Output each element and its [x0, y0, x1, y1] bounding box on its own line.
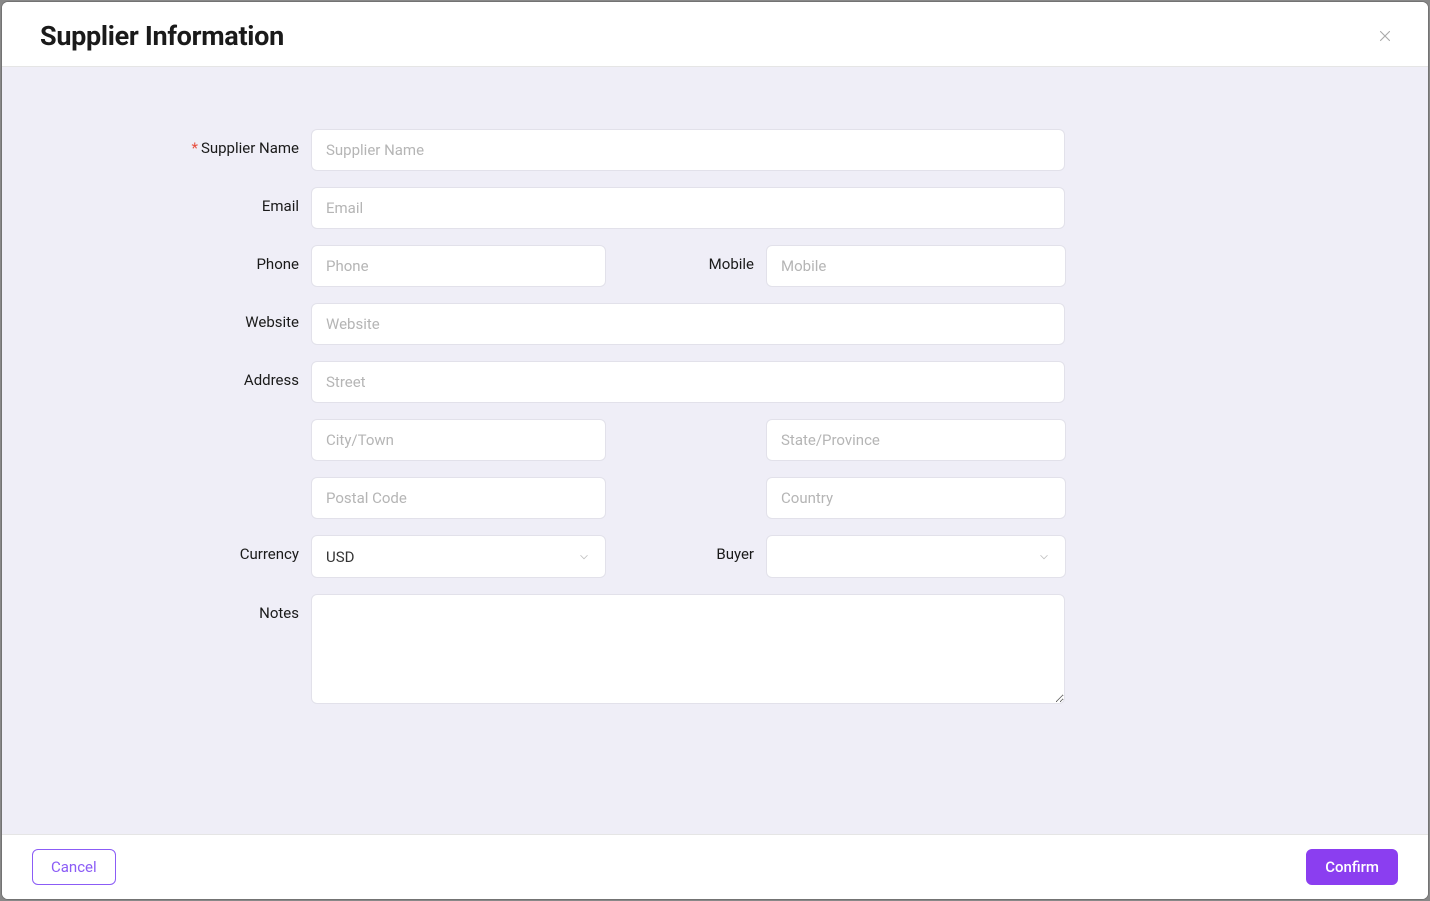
row-city-state: [145, 419, 1285, 461]
row-notes: Notes: [145, 594, 1285, 708]
required-star-icon: *: [191, 139, 197, 157]
cancel-button[interactable]: Cancel: [32, 849, 116, 885]
currency-select[interactable]: USD: [311, 535, 606, 578]
supplier-info-modal: Supplier Information *Supplier Name Emai…: [2, 2, 1428, 899]
modal-body: *Supplier Name Email Phone: [2, 67, 1428, 834]
buyer-select[interactable]: [766, 535, 1066, 578]
label-currency: Currency: [145, 535, 311, 563]
label-email: Email: [145, 187, 311, 215]
currency-value: USD: [326, 548, 354, 566]
modal-title: Supplier Information: [40, 20, 284, 52]
row-website: Website: [145, 303, 1285, 345]
postal-input[interactable]: [311, 477, 606, 519]
close-button[interactable]: [1372, 23, 1398, 49]
row-phone-mobile: Phone Mobile: [145, 245, 1285, 287]
label-buyer: Buyer: [706, 535, 766, 563]
email-input[interactable]: [311, 187, 1065, 229]
phone-input[interactable]: [311, 245, 606, 287]
supplier-form: *Supplier Name Email Phone: [145, 129, 1285, 708]
modal-header: Supplier Information: [2, 2, 1428, 67]
row-postal-country: [145, 477, 1285, 519]
label-mobile: Mobile: [706, 245, 766, 273]
row-street: Address: [145, 361, 1285, 403]
label-supplier-name: *Supplier Name: [145, 129, 311, 157]
label-website: Website: [145, 303, 311, 331]
chevron-down-icon: [577, 550, 591, 564]
mobile-input[interactable]: [766, 245, 1066, 287]
city-input[interactable]: [311, 419, 606, 461]
supplier-name-input[interactable]: [311, 129, 1065, 171]
street-input[interactable]: [311, 361, 1065, 403]
row-currency-buyer: Currency USD Buyer: [145, 535, 1285, 578]
confirm-button[interactable]: Confirm: [1306, 849, 1398, 885]
label-address: Address: [145, 361, 311, 389]
state-input[interactable]: [766, 419, 1066, 461]
website-input[interactable]: [311, 303, 1065, 345]
row-supplier-name: *Supplier Name: [145, 129, 1285, 171]
country-input[interactable]: [766, 477, 1066, 519]
label-notes: Notes: [145, 594, 311, 622]
notes-textarea[interactable]: [311, 594, 1065, 704]
modal-footer: Cancel Confirm: [2, 834, 1428, 899]
close-icon: [1376, 27, 1394, 45]
label-phone: Phone: [145, 245, 311, 273]
row-email: Email: [145, 187, 1285, 229]
chevron-down-icon: [1037, 550, 1051, 564]
